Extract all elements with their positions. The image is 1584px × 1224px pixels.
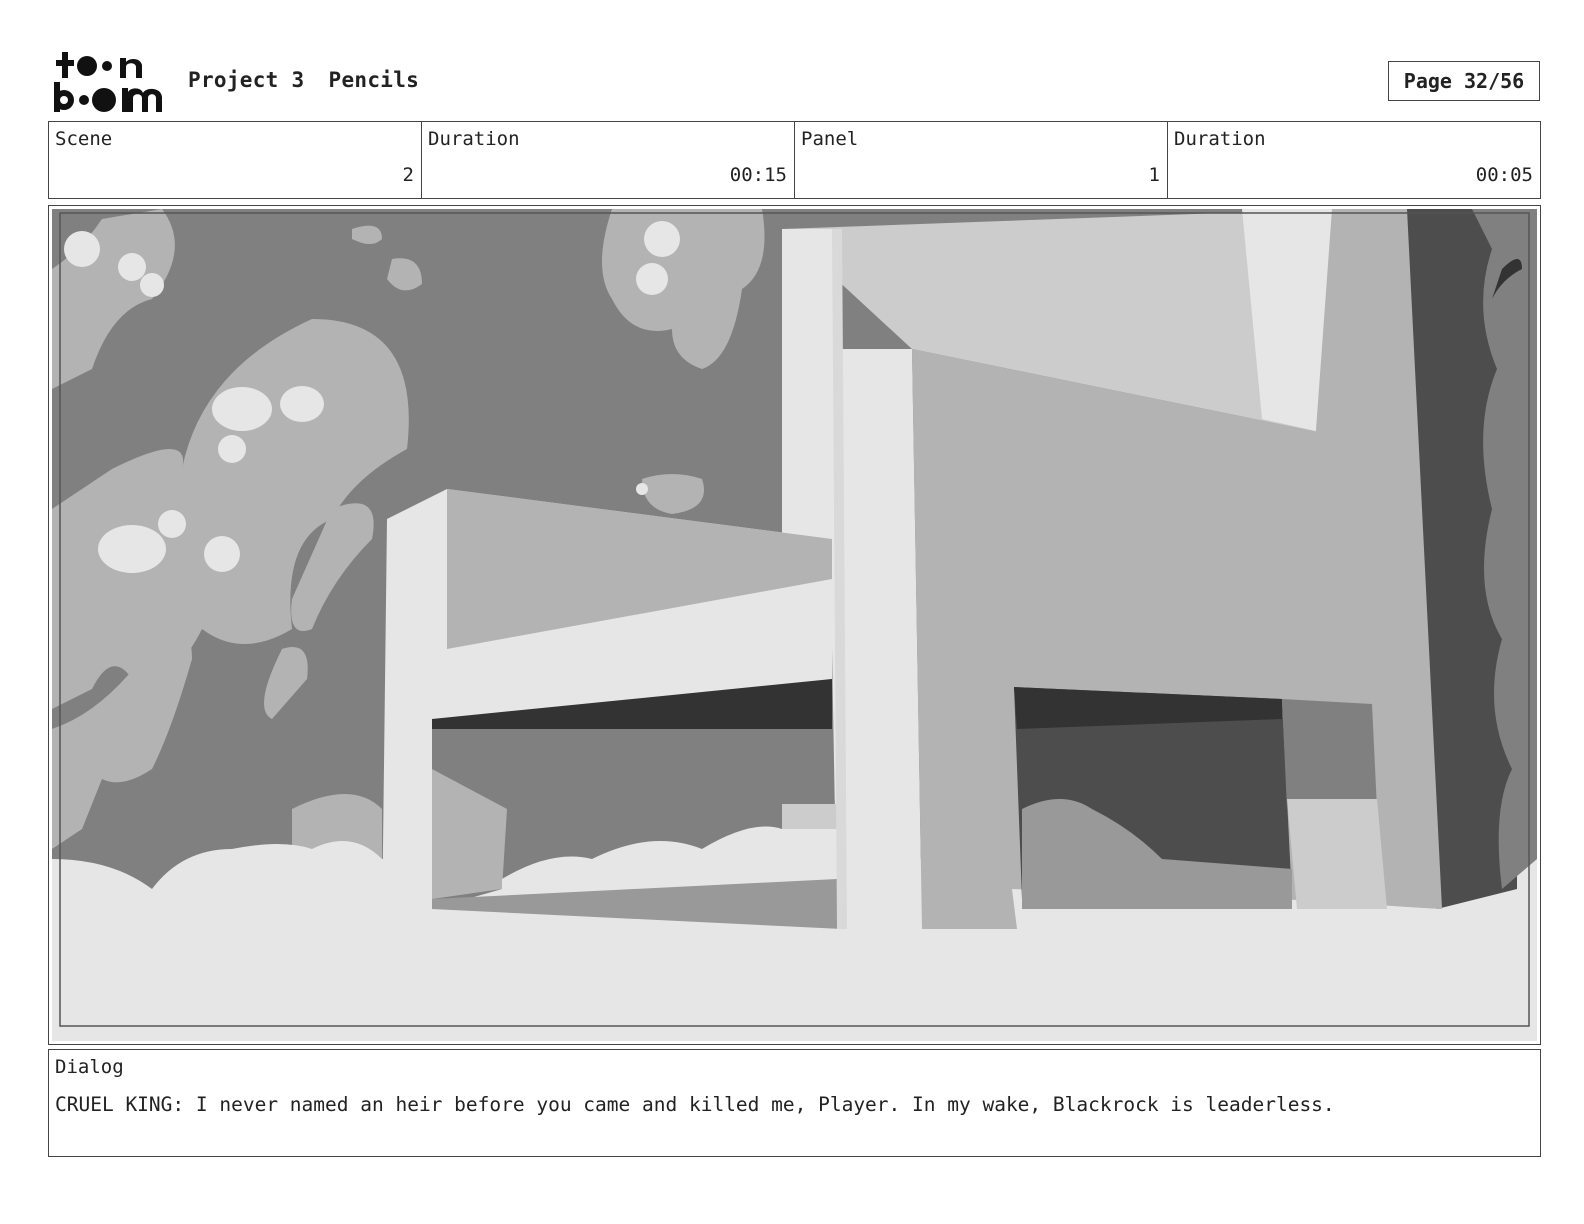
toon-boom-logo	[54, 52, 162, 112]
scene-duration-label: Duration	[428, 128, 520, 150]
storyboard-panel	[48, 205, 1541, 1045]
scene-duration-cell: Duration 00:15	[422, 122, 795, 198]
project-name: Project 3	[188, 68, 305, 92]
scene-value: 2	[402, 164, 414, 186]
panel-value: 1	[1148, 164, 1160, 186]
panel-duration-cell: Duration 00:05	[1168, 122, 1540, 198]
dialog-box: Dialog CRUEL KING: I never named an heir…	[48, 1049, 1541, 1157]
dialog-text: CRUEL KING: I never named an heir before…	[55, 1093, 1335, 1116]
dialog-label: Dialog	[55, 1056, 124, 1078]
panel-cell: Panel 1	[795, 122, 1168, 198]
project-stage: Pencils	[328, 68, 420, 92]
panel-label: Panel	[801, 128, 859, 150]
scene-info-table: Scene 2 Duration 00:15 Panel 1 Duration …	[48, 121, 1541, 199]
page-indicator: Page 32/56	[1388, 61, 1540, 101]
panel-artwork	[52, 209, 1537, 1041]
scene-cell: Scene 2	[49, 122, 422, 198]
panel-duration-label: Duration	[1174, 128, 1266, 150]
scene-duration-value: 00:15	[729, 164, 787, 186]
project-title: Project 3 Pencils	[188, 68, 443, 92]
scene-label: Scene	[55, 128, 113, 150]
panel-duration-value: 00:05	[1475, 164, 1533, 186]
